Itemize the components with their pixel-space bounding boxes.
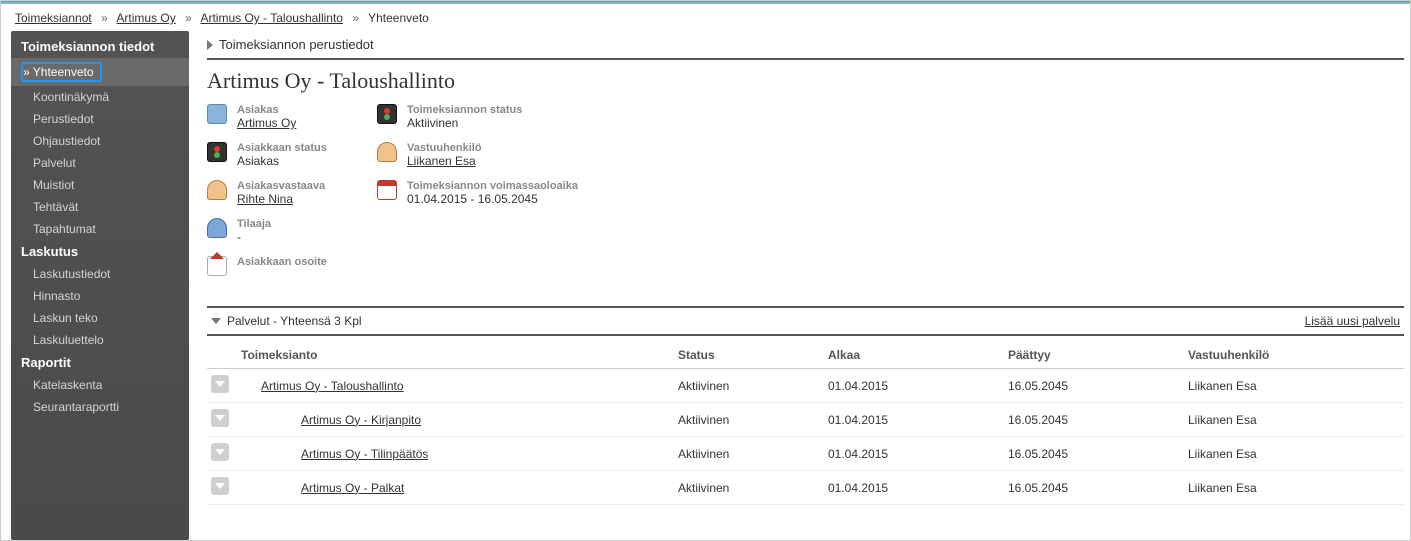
building-icon [207, 104, 227, 124]
orderer-value: - [237, 230, 271, 244]
breadcrumb-link[interactable]: Artimus Oy [116, 11, 175, 25]
table-row: Artimus Oy - Tilinpäätös Aktiivinen01.04.… [207, 437, 1404, 471]
responsible-label: Vastuuhenkilö [407, 142, 482, 154]
col-start[interactable]: Alkaa [824, 342, 1004, 369]
cell-start: 01.04.2015 [824, 471, 1004, 505]
customer-link[interactable]: Artimus Oy [237, 116, 296, 130]
services-table: Toimeksianto Status Alkaa Päättyy Vastuu… [207, 342, 1404, 505]
cell-responsible: Liikanen Esa [1184, 437, 1404, 471]
breadcrumb: Toimeksiannot » Artimus Oy » Artimus Oy … [1, 5, 1410, 31]
col-name[interactable]: Toimeksianto [237, 342, 674, 369]
section-title: Toimeksiannon perustiedot [219, 37, 374, 52]
sidebar-section-header: Toimeksiannon tiedot [11, 35, 189, 58]
cell-start: 01.04.2015 [824, 369, 1004, 403]
traffic-light-icon [207, 142, 227, 162]
account-mgr-link[interactable]: Rihte Nina [237, 192, 325, 206]
cell-responsible: Liikanen Esa [1184, 403, 1404, 437]
cell-end: 16.05.2045 [1004, 437, 1184, 471]
cell-status: Aktiivinen [674, 403, 824, 437]
service-link[interactable]: Artimus Oy - Taloushallinto [241, 379, 404, 393]
sidebar-item-tapahtumat[interactable]: Tapahtumat [11, 218, 189, 240]
validity-label: Toimeksiannon voimassaoloaika [407, 180, 578, 192]
breadcrumb-sep: » [352, 11, 359, 25]
collapse-icon[interactable] [211, 318, 221, 324]
page-title: Artimus Oy - Taloushallinto [207, 68, 1404, 94]
table-row: Artimus Oy - Palkat Aktiivinen01.04.20151… [207, 471, 1404, 505]
breadcrumb-sep: » [101, 11, 108, 25]
expand-icon [207, 40, 213, 50]
sidebar-item-ohjaustiedot[interactable]: Ohjaustiedot [11, 130, 189, 152]
sidebar-item-seurantaraportti[interactable]: Seurantaraportti [11, 396, 189, 418]
breadcrumb-link[interactable]: Toimeksiannot [15, 11, 92, 25]
sidebar-item-hinnasto[interactable]: Hinnasto [11, 285, 189, 307]
cell-responsible: Liikanen Esa [1184, 471, 1404, 505]
breadcrumb-current: Yhteenveto [368, 11, 429, 25]
sidebar-item-tehtavat[interactable]: Tehtävät [11, 196, 189, 218]
responsible-link[interactable]: Liikanen Esa [407, 154, 482, 168]
house-icon [207, 256, 227, 276]
cell-status: Aktiivinen [674, 369, 824, 403]
service-link[interactable]: Artimus Oy - Palkat [241, 481, 404, 495]
cell-responsible: Liikanen Esa [1184, 369, 1404, 403]
cell-start: 01.04.2015 [824, 437, 1004, 471]
sidebar-item-palvelut[interactable]: Palvelut [11, 152, 189, 174]
assignment-status-label: Toimeksiannon status [407, 104, 522, 116]
table-row: Artimus Oy - Kirjanpito Aktiivinen01.04.2… [207, 403, 1404, 437]
address-label: Asiakkaan osoite [237, 256, 327, 268]
account-mgr-label: Asiakasvastaava [237, 180, 325, 192]
sidebar-item-laskutustiedot[interactable]: Laskutustiedot [11, 263, 189, 285]
sidebar-item-katelaskenta[interactable]: Katelaskenta [11, 374, 189, 396]
app-frame: Toimeksiannot » Artimus Oy » Artimus Oy … [0, 0, 1411, 541]
sidebar-section-header: Laskutus [11, 240, 189, 263]
row-menu-button[interactable] [211, 477, 229, 495]
sidebar-item-koontinakyma[interactable]: Koontinäkymä [11, 86, 189, 108]
sidebar-item-laskuluettelo[interactable]: Laskuluettelo [11, 329, 189, 351]
person-icon [377, 142, 397, 162]
services-header: Palvelut - Yhteensä 3 Kpl Lisää uusi pal… [207, 306, 1404, 336]
validity-value: 01.04.2015 - 16.05.2045 [407, 192, 578, 206]
table-row: Artimus Oy - Taloushallinto Aktiivinen01.… [207, 369, 1404, 403]
sidebar-item-yhteenveto[interactable]: Yhteenveto [11, 58, 189, 86]
breadcrumb-link[interactable]: Artimus Oy - Taloushallinto [200, 11, 343, 25]
col-responsible[interactable]: Vastuuhenkilö [1184, 342, 1404, 369]
orderer-label: Tilaaja [237, 218, 271, 230]
sidebar-item-laskun-teko[interactable]: Laskun teko [11, 307, 189, 329]
sidebar: Toimeksiannon tiedot Yhteenveto Koontinä… [11, 31, 189, 540]
assignment-status-value: Aktiivinen [407, 116, 522, 130]
service-link[interactable]: Artimus Oy - Tilinpäätös [241, 447, 428, 461]
person-icon [207, 218, 227, 238]
services-title: Palvelut - Yhteensä 3 Kpl [227, 314, 362, 328]
sidebar-item-muistiot[interactable]: Muistiot [11, 174, 189, 196]
row-menu-button[interactable] [211, 375, 229, 393]
sidebar-item-perustiedot[interactable]: Perustiedot [11, 108, 189, 130]
traffic-light-icon [377, 104, 397, 124]
row-menu-button[interactable] [211, 443, 229, 461]
info-grid: Asiakas Artimus Oy Asiakkaan status Asia… [207, 104, 1404, 290]
cell-status: Aktiivinen [674, 471, 824, 505]
row-menu-button[interactable] [211, 409, 229, 427]
person-icon [207, 180, 227, 200]
cell-end: 16.05.2045 [1004, 403, 1184, 437]
customer-label: Asiakas [237, 104, 296, 116]
main-content: Toimeksiannon perustiedot Artimus Oy - T… [189, 31, 1410, 540]
add-service-link[interactable]: Lisää uusi palvelu [1305, 314, 1400, 328]
col-end[interactable]: Päättyy [1004, 342, 1184, 369]
calendar-icon [377, 180, 397, 200]
service-link[interactable]: Artimus Oy - Kirjanpito [241, 413, 421, 427]
cell-end: 16.05.2045 [1004, 471, 1184, 505]
breadcrumb-sep: » [185, 11, 192, 25]
customer-status-label: Asiakkaan status [237, 142, 327, 154]
basic-info-header[interactable]: Toimeksiannon perustiedot [207, 31, 1404, 60]
col-status[interactable]: Status [674, 342, 824, 369]
customer-status-value: Asiakas [237, 154, 327, 168]
cell-end: 16.05.2045 [1004, 369, 1184, 403]
col-actions [207, 342, 237, 369]
cell-status: Aktiivinen [674, 437, 824, 471]
cell-start: 01.04.2015 [824, 403, 1004, 437]
sidebar-section-header: Raportit [11, 351, 189, 374]
